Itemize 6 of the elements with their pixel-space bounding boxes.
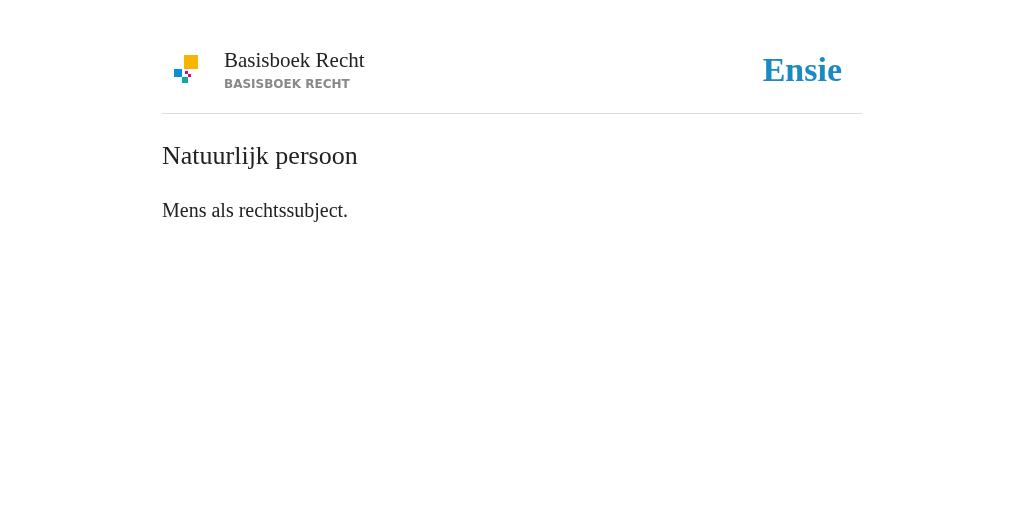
entry-term: Natuurlijk persoon: [162, 140, 359, 172]
book-subtitle: BASISBOEK RECHT: [224, 75, 351, 93]
logo-icon: [174, 54, 198, 85]
entry-definition: Mens als rechtssubject.: [162, 198, 350, 224]
book-title: Basisboek Recht: [224, 46, 366, 73]
brand-logo[interactable]: Ensie: [762, 44, 842, 95]
